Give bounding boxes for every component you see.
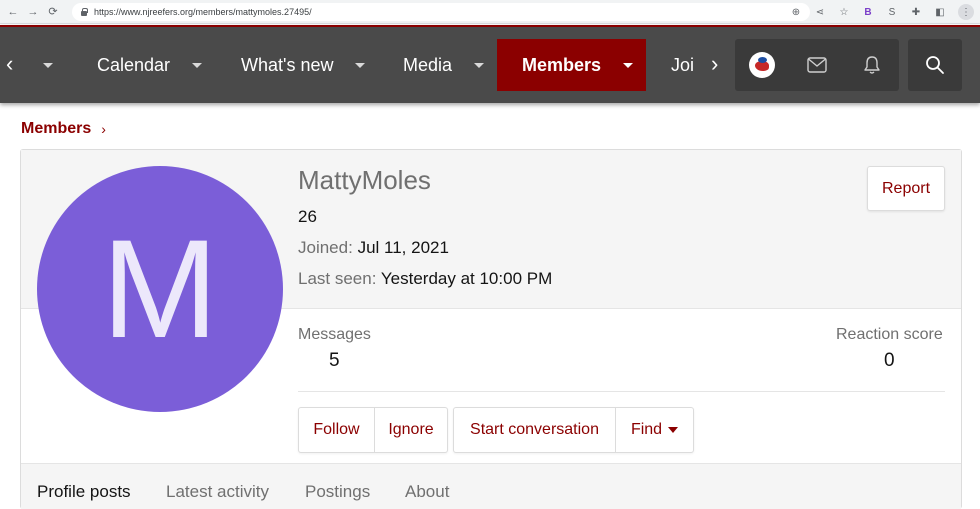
chevron-down-icon [623, 62, 634, 68]
profile-tabs-bar [21, 463, 961, 509]
follow-ignore-group: Follow Ignore [298, 407, 448, 453]
alerts-button[interactable] [844, 39, 899, 91]
account-avatar [749, 52, 776, 78]
messages-value[interactable]: 5 [329, 350, 340, 372]
nav-item-label: Joi [671, 54, 695, 75]
sidepanel-icon[interactable]: ◧ [934, 7, 946, 18]
menu-kebab-icon[interactable]: ⋮ [958, 4, 974, 20]
nav-item-label: Media [403, 54, 453, 75]
nav-item-media[interactable]: Media [403, 27, 485, 103]
nav-item-members[interactable]: Members [497, 39, 646, 91]
chevron-right-icon: › [101, 121, 106, 137]
user-title: 26 [298, 207, 317, 226]
address-url: https://www.njreefers.org/members/mattym… [94, 7, 312, 17]
tab-postings[interactable]: Postings [305, 482, 370, 502]
nav-item-label: What's new [241, 54, 334, 75]
divider [298, 391, 945, 392]
nav-item-whats-new[interactable]: What's new [241, 27, 366, 103]
avatar[interactable]: M [37, 166, 283, 412]
joined-label: Joined: [298, 238, 353, 257]
bookmark-star-icon[interactable]: ☆ [838, 7, 850, 18]
nav-item-join[interactable]: Joi [671, 27, 705, 103]
nav-dropdown-home[interactable] [43, 27, 53, 103]
back-icon[interactable]: ← [6, 5, 20, 19]
reaction-score-label: Reaction score [836, 326, 943, 343]
browser-actions: ⊕ ⋖ ☆ B S ✚ ◧ ⋮ [790, 4, 974, 20]
search-button[interactable] [908, 39, 962, 91]
breadcrumb: Members › [21, 120, 106, 138]
reload-icon[interactable]: ⟳ [46, 5, 60, 19]
nav-item-label: Members [522, 54, 602, 75]
extension-b-icon[interactable]: B [862, 7, 874, 18]
nav-item-calendar[interactable]: Calendar [97, 27, 203, 103]
site-navigation: ‹ Calendar What's new Media Members Joi … [0, 25, 980, 103]
share-icon[interactable]: ⋖ [814, 7, 826, 18]
chevron-down-icon [192, 62, 203, 68]
joined-value: Jul 11, 2021 [357, 238, 449, 257]
nav-item-label: Calendar [97, 54, 171, 75]
envelope-icon [807, 57, 827, 73]
find-dropdown-button[interactable]: Find [615, 408, 693, 452]
inbox-button[interactable] [790, 39, 845, 91]
reaction-score-value[interactable]: 0 [884, 350, 895, 372]
start-conversation-button[interactable]: Start conversation [454, 408, 615, 452]
joined-row: Joined: Jul 11, 2021 [298, 238, 449, 258]
address-bar[interactable]: https://www.njreefers.org/members/mattym… [72, 3, 810, 21]
breadcrumb-members-link[interactable]: Members [21, 120, 91, 138]
ignore-button[interactable]: Ignore [374, 408, 447, 452]
account-avatar-button[interactable] [735, 39, 790, 91]
messages-label: Messages [298, 326, 371, 343]
conversation-find-group: Start conversation Find [453, 407, 694, 453]
last-seen-value: Yesterday at 10:00 PM [380, 269, 553, 288]
username: MattyMoles [298, 165, 431, 195]
find-label: Find [630, 421, 663, 438]
tab-profile-posts[interactable]: Profile posts [37, 482, 131, 502]
chevron-down-icon [355, 62, 366, 68]
puzzle-icon[interactable]: ✚ [910, 7, 922, 18]
browser-toolbar: ← → ⟳ https://www.njreefers.org/members/… [0, 0, 980, 24]
tab-latest-activity[interactable]: Latest activity [166, 482, 269, 502]
chevron-down-icon [43, 62, 53, 68]
last-seen-row: Last seen: Yesterday at 10:00 PM [298, 269, 552, 289]
follow-button[interactable]: Follow [299, 408, 374, 452]
chevron-down-icon [668, 427, 679, 433]
lock-icon [80, 8, 88, 16]
user-actions [735, 39, 899, 91]
nav-scroll-left-icon[interactable]: ‹ [6, 51, 13, 77]
last-seen-label: Last seen: [298, 269, 377, 288]
forward-icon[interactable]: → [26, 5, 40, 19]
search-icon [926, 56, 944, 74]
bell-icon [863, 56, 880, 74]
zoom-icon[interactable]: ⊕ [790, 7, 802, 18]
nav-scroll-right-icon[interactable]: › [711, 51, 718, 77]
chevron-down-icon [474, 62, 485, 68]
tab-about[interactable]: About [405, 482, 449, 502]
extension-s-icon[interactable]: S [886, 7, 898, 18]
avatar-letter: M [101, 210, 219, 367]
report-button[interactable]: Report [867, 166, 945, 211]
